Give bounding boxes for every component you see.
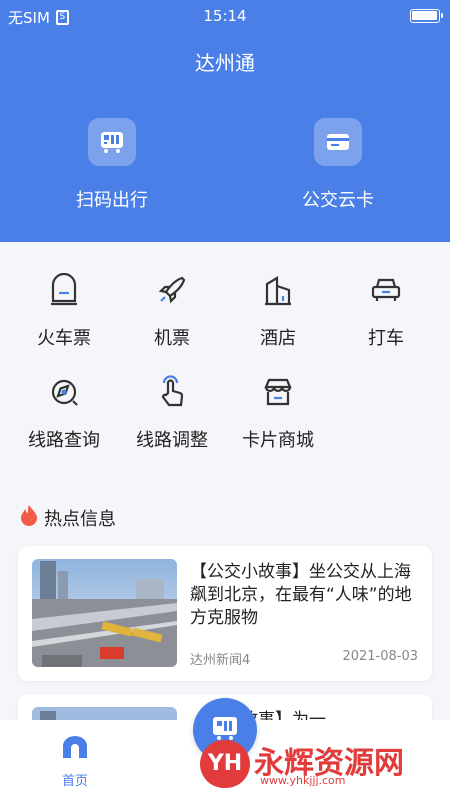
- tab-home-label: 首页: [61, 774, 88, 789]
- section-title: 热点信息: [44, 508, 116, 530]
- service-flight[interactable]: 机票: [116, 270, 228, 350]
- service-label: 线路查询: [28, 430, 100, 451]
- service-route-query[interactable]: 线路查询: [8, 372, 120, 452]
- service-route-adjust[interactable]: 线路调整: [116, 372, 228, 452]
- shop-icon: [258, 372, 298, 412]
- service-label: 线路调整: [136, 430, 208, 451]
- service-train[interactable]: 火车票: [8, 270, 120, 350]
- news-thumbnail: [32, 559, 177, 667]
- train-icon: [44, 270, 84, 310]
- status-bar: 无SIM S 15:14: [0, 0, 450, 32]
- service-label: 打车: [368, 328, 404, 349]
- hot-news-heading: 热点信息: [20, 504, 116, 531]
- battery-icon: [410, 9, 443, 23]
- news-headline: 【公交小故事】坐公交从上海飙到北京，在最有“人味”的地方克服物: [190, 562, 412, 628]
- service-label: 火车票: [37, 328, 91, 349]
- page-title: 达州通: [195, 51, 255, 75]
- service-taxi[interactable]: 打车: [330, 270, 442, 350]
- cloud-card-label: 公交云卡: [302, 190, 374, 211]
- news-source: 达州新闻4: [190, 653, 251, 668]
- hotel-icon: [258, 270, 298, 310]
- header: 无SIM S 15:14 达州通 扫码出行 公交云卡: [0, 0, 450, 242]
- service-label: 卡片商城: [242, 430, 314, 451]
- watermark-url: www.yhkjjj.com: [260, 774, 346, 787]
- cloud-card-button[interactable]: 公交云卡: [268, 118, 408, 212]
- service-hotel[interactable]: 酒店: [222, 270, 334, 350]
- service-label: 酒店: [260, 328, 296, 349]
- watermark-logo: YH: [200, 740, 250, 788]
- tab-home[interactable]: 首页: [50, 736, 100, 789]
- card-icon: [314, 118, 362, 166]
- compass-icon: [44, 372, 84, 412]
- news-date: 2021-08-03: [342, 649, 418, 664]
- plane-icon: [152, 270, 192, 310]
- home-icon: [61, 736, 89, 758]
- bus-qr-icon: [88, 118, 136, 166]
- service-label: 机票: [154, 328, 190, 349]
- scan-ride-button[interactable]: 扫码出行: [42, 118, 182, 212]
- news-card[interactable]: 【公交小故事】坐公交从上海飙到北京，在最有“人味”的地方克服物 达州新闻4 20…: [18, 546, 432, 681]
- taxi-icon: [366, 270, 406, 310]
- clock: 15:14: [203, 7, 247, 25]
- watermark: YH 永辉资源网 www.yhkjjj.com: [200, 740, 404, 788]
- touch-icon: [152, 372, 192, 412]
- flame-icon: [20, 504, 38, 531]
- service-card-shop[interactable]: 卡片商城: [222, 372, 334, 452]
- scan-ride-label: 扫码出行: [76, 190, 148, 211]
